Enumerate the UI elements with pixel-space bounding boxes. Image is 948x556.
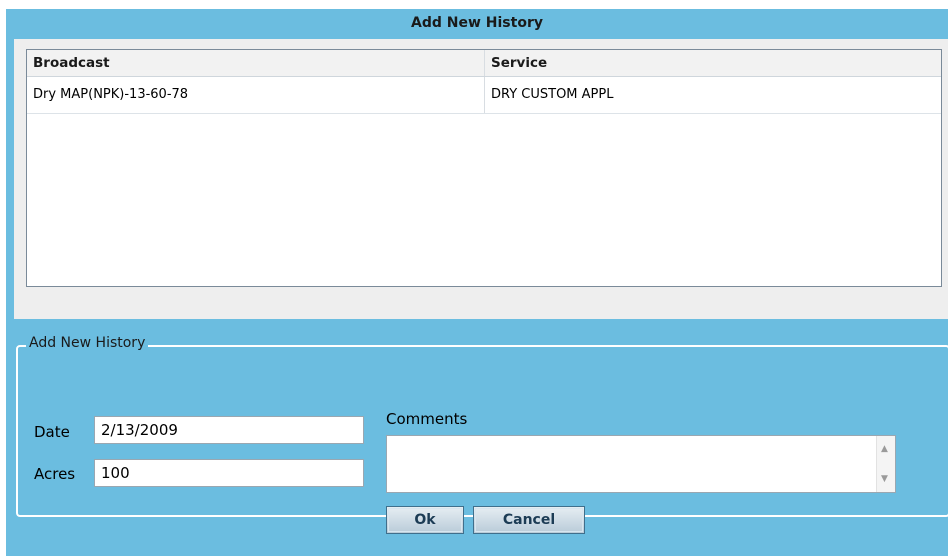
comments-input[interactable]: [387, 436, 877, 492]
add-history-dialog: Add New History Broadcast Service Dry MA…: [0, 0, 948, 556]
acres-input[interactable]: [94, 459, 364, 487]
cancel-button[interactable]: Cancel: [473, 506, 585, 534]
dialog-title: Add New History: [6, 9, 948, 37]
history-grid: Broadcast Service Dry MAP(NPK)-13-60-78 …: [26, 49, 942, 287]
cell-broadcast[interactable]: Dry MAP(NPK)-13-60-78: [27, 77, 485, 113]
date-label: Date: [34, 423, 70, 441]
date-input[interactable]: [94, 416, 364, 444]
scroll-down-arrow-icon[interactable]: ▼: [881, 474, 888, 484]
grid-header: Broadcast Service: [27, 50, 941, 77]
form-panel: Date Acres Comments ▲ ▼ Ok Cancel Add Ne…: [6, 319, 948, 556]
cell-service[interactable]: DRY CUSTOM APPL: [485, 77, 941, 113]
comments-scrollbar[interactable]: ▲ ▼: [876, 436, 895, 492]
column-header-broadcast[interactable]: Broadcast: [27, 50, 485, 76]
history-fieldset: Date Acres Comments ▲ ▼ Ok Cancel: [16, 345, 948, 534]
scroll-up-arrow-icon[interactable]: ▲: [881, 444, 888, 454]
grid-panel: Broadcast Service Dry MAP(NPK)-13-60-78 …: [6, 37, 948, 319]
table-row[interactable]: Dry MAP(NPK)-13-60-78 DRY CUSTOM APPL: [27, 77, 941, 114]
fieldset-legend: Add New History: [26, 332, 149, 354]
comments-field[interactable]: ▲ ▼: [386, 435, 896, 493]
column-header-service[interactable]: Service: [485, 50, 941, 76]
grid-container: Broadcast Service Dry MAP(NPK)-13-60-78 …: [14, 39, 948, 319]
acres-label: Acres: [34, 465, 76, 483]
comments-label: Comments: [386, 410, 468, 428]
ok-button[interactable]: Ok: [386, 506, 464, 534]
